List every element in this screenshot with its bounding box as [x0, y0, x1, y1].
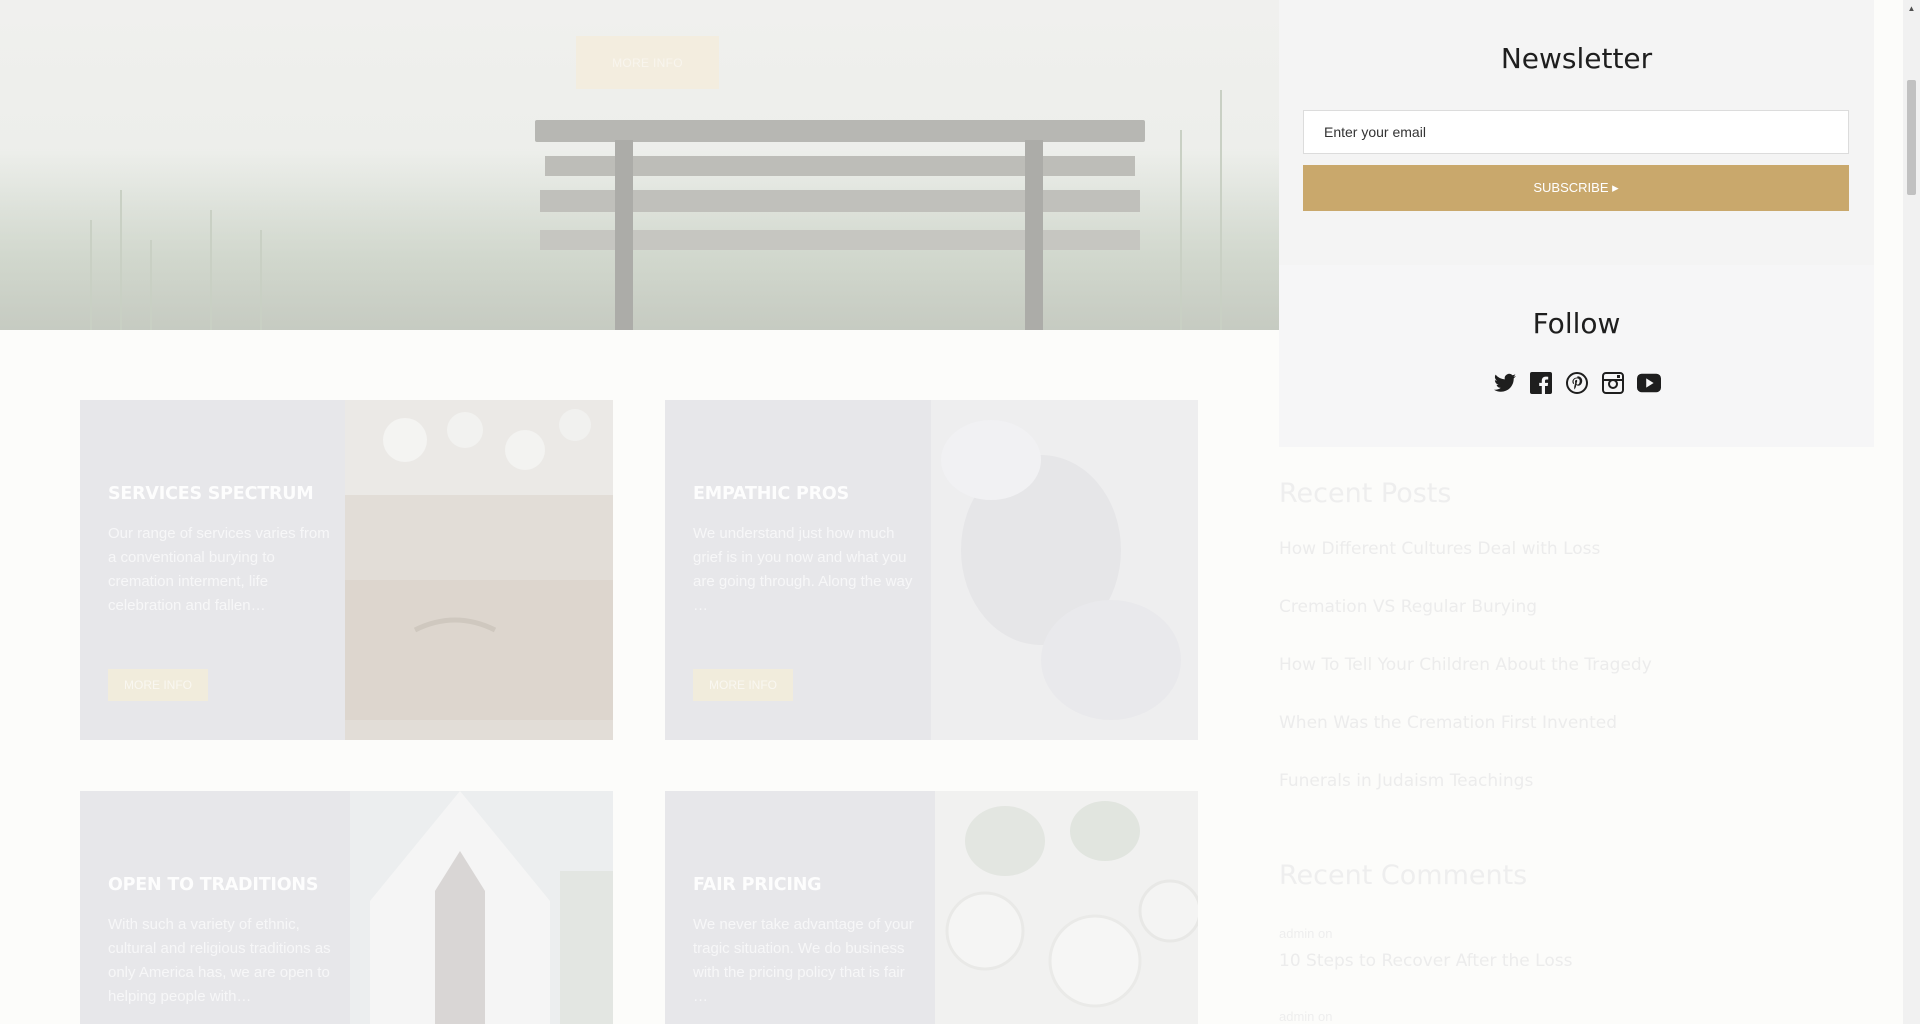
recent-post-link[interactable]: Cremation VS Regular Burying	[1279, 597, 1537, 617]
pinterest-icon[interactable]	[1565, 371, 1589, 395]
recent-post-link[interactable]: When Was the Cremation First Invented	[1279, 713, 1617, 733]
follow-widget: Follow	[1279, 265, 1874, 447]
grass-blade	[260, 230, 262, 330]
comment-author[interactable]: admin	[1279, 926, 1314, 941]
comment-on: on	[1318, 926, 1333, 941]
bench-image	[535, 120, 1145, 330]
card-title: OPEN TO TRADITIONS	[108, 875, 319, 895]
grass-blade	[1220, 90, 1222, 330]
grass-blade	[1180, 130, 1182, 330]
facebook-icon[interactable]	[1529, 371, 1553, 395]
hero-more-info-button[interactable]: MORE INFO	[576, 36, 719, 89]
service-card: SERVICES SPECTRUM Our range of services …	[80, 400, 613, 740]
card-more-info-button[interactable]: MORE INFO	[693, 669, 793, 701]
grass-blade	[90, 220, 92, 330]
instagram-icon[interactable]	[1601, 371, 1625, 395]
twitter-icon[interactable]	[1493, 371, 1517, 395]
grass-blade	[120, 190, 122, 330]
recent-comments-title: Recent Comments	[1279, 860, 1528, 891]
newsletter-widget: Newsletter SUBSCRIBE ▸	[1279, 0, 1874, 265]
scroll-up-arrow-icon[interactable]: ▲	[1903, 0, 1920, 17]
card-text: We understand just how much grief is in …	[693, 525, 913, 614]
church-image	[350, 791, 613, 1024]
comment-meta: admin on	[1279, 1009, 1333, 1024]
service-card: OPEN TO TRADITIONS With such a variety o…	[80, 791, 613, 1024]
recent-post-link[interactable]: How Different Cultures Deal with Loss	[1279, 539, 1600, 559]
comment-post-link[interactable]: 10 Steps to Recover After the Loss	[1279, 951, 1572, 971]
recent-post-link[interactable]: Funerals in Judaism Teachings	[1279, 771, 1533, 791]
service-card: FAIR PRICING We never take advantage of …	[665, 791, 1198, 1024]
comment-author[interactable]: admin	[1279, 1009, 1314, 1024]
grass-blade	[150, 240, 152, 330]
service-card: EMPATHIC PROS We understand just how muc…	[665, 400, 1198, 740]
social-icons	[1279, 371, 1874, 395]
hero-banner: MORE INFO	[0, 0, 1279, 330]
roses-image	[935, 791, 1198, 1024]
recent-post-link[interactable]: How To Tell Your Children About the Trag…	[1279, 655, 1652, 675]
casket-image	[345, 400, 613, 740]
card-text: We never take advantage of your tragic s…	[693, 916, 914, 1005]
follow-title: Follow	[1532, 307, 1621, 340]
email-field[interactable]	[1303, 110, 1849, 154]
angel-statue-image	[931, 400, 1198, 740]
card-text: With such a variety of ethnic, cultural …	[108, 916, 331, 1005]
youtube-icon[interactable]	[1636, 371, 1661, 395]
card-title: FAIR PRICING	[693, 875, 822, 895]
card-title: SERVICES SPECTRUM	[108, 484, 314, 504]
comment-meta: admin on	[1279, 926, 1333, 941]
card-title: EMPATHIC PROS	[693, 484, 849, 504]
grass-blade	[210, 210, 212, 330]
card-more-info-button[interactable]: MORE INFO	[108, 669, 208, 701]
card-text: Our range of services varies from a conv…	[108, 525, 330, 614]
scrollbar[interactable]: ▲	[1903, 0, 1920, 1024]
recent-posts-title: Recent Posts	[1279, 478, 1452, 509]
subscribe-button[interactable]: SUBSCRIBE ▸	[1303, 165, 1849, 211]
comment-on: on	[1318, 1009, 1333, 1024]
newsletter-title: Newsletter	[1500, 42, 1653, 75]
scrollbar-thumb[interactable]	[1907, 80, 1916, 195]
